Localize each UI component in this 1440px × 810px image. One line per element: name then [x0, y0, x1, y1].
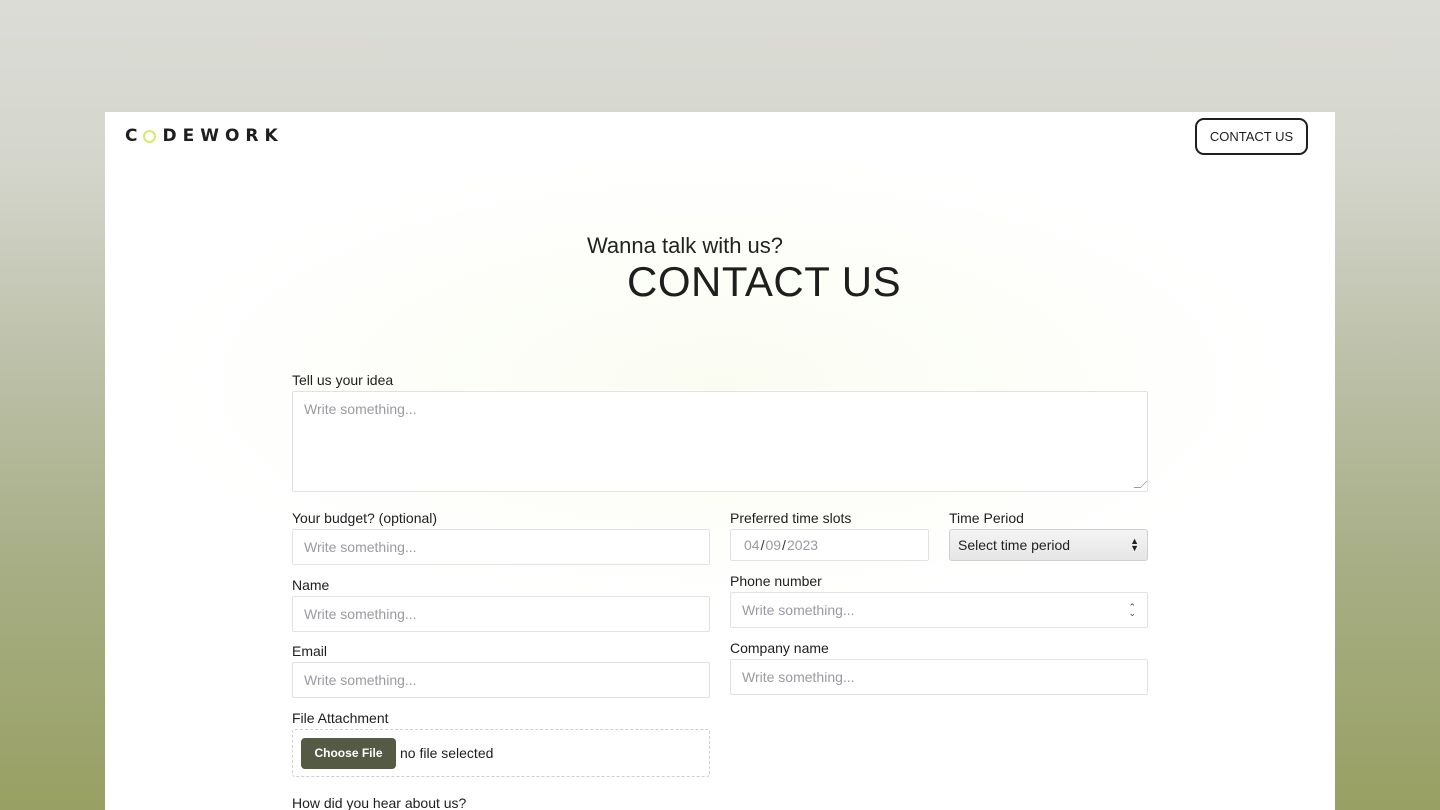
company-label: Company name	[730, 640, 829, 656]
company-input[interactable]: Write something...	[730, 659, 1148, 695]
budget-label: Your budget? (optional)	[292, 510, 438, 526]
phone-label: Phone number	[730, 573, 822, 589]
contact-page: C DEWORK CONTACT US Wanna talk with us? …	[105, 112, 1335, 810]
logo-text-right: DEWORK	[162, 126, 284, 146]
number-spinner-icon[interactable]: ⌃ ⌄	[1128, 603, 1136, 618]
time-slots-date-input[interactable]: 04 / 09 / 2023	[730, 529, 929, 561]
file-status-text: no file selected	[400, 745, 494, 761]
idea-label: Tell us your idea	[292, 372, 394, 388]
time-period-selected: Select time period	[958, 537, 1071, 553]
idea-textarea[interactable]: Write something...	[292, 391, 1148, 492]
name-placeholder: Write something...	[304, 606, 417, 622]
hero-title: CONTACT US	[625, 258, 904, 309]
contact-us-nav-button[interactable]: CONTACT US	[1195, 118, 1308, 155]
logo-text-left: C	[125, 126, 144, 146]
date-separator: /	[782, 537, 786, 553]
logo[interactable]: C DEWORK	[125, 126, 284, 146]
budget-input[interactable]: Write something...	[292, 529, 710, 565]
file-attachment-dropzone[interactable]: Choose File no file selected	[292, 729, 710, 777]
resize-handle-icon[interactable]	[1133, 481, 1148, 488]
select-arrows-icon: ▲ ▼	[1130, 536, 1139, 553]
date-day: 09	[765, 537, 782, 553]
date-month: 04	[744, 537, 760, 553]
time-period-select[interactable]: Select time period ▲ ▼	[949, 529, 1148, 561]
logo-ring-icon	[143, 129, 157, 143]
name-label: Name	[292, 577, 330, 593]
email-placeholder: Write something...	[304, 672, 417, 688]
time-period-label: Time Period	[949, 510, 1024, 526]
choose-file-button[interactable]: Choose File	[301, 737, 396, 769]
name-input[interactable]: Write something...	[292, 596, 710, 632]
date-separator: /	[760, 537, 765, 553]
email-label: Email	[292, 643, 328, 659]
hero-subtitle: Wanna talk with us?	[586, 233, 784, 258]
idea-placeholder: Write something...	[304, 401, 417, 417]
phone-placeholder: Write something...	[742, 602, 855, 618]
date-year: 2023	[786, 537, 819, 553]
attachment-label: File Attachment	[292, 710, 389, 726]
time-slots-label: Preferred time slots	[730, 510, 852, 526]
budget-placeholder: Write something...	[304, 539, 417, 555]
hear-about-label: How did you hear about us?	[292, 795, 467, 810]
hero-title-wrap: CONTACT US	[625, 258, 904, 309]
company-placeholder: Write something...	[742, 669, 855, 685]
email-input[interactable]: Write something...	[292, 662, 710, 698]
hero-title-text: CONTACT US	[627, 258, 902, 305]
phone-input[interactable]: Write something... ⌃ ⌄	[730, 592, 1148, 628]
